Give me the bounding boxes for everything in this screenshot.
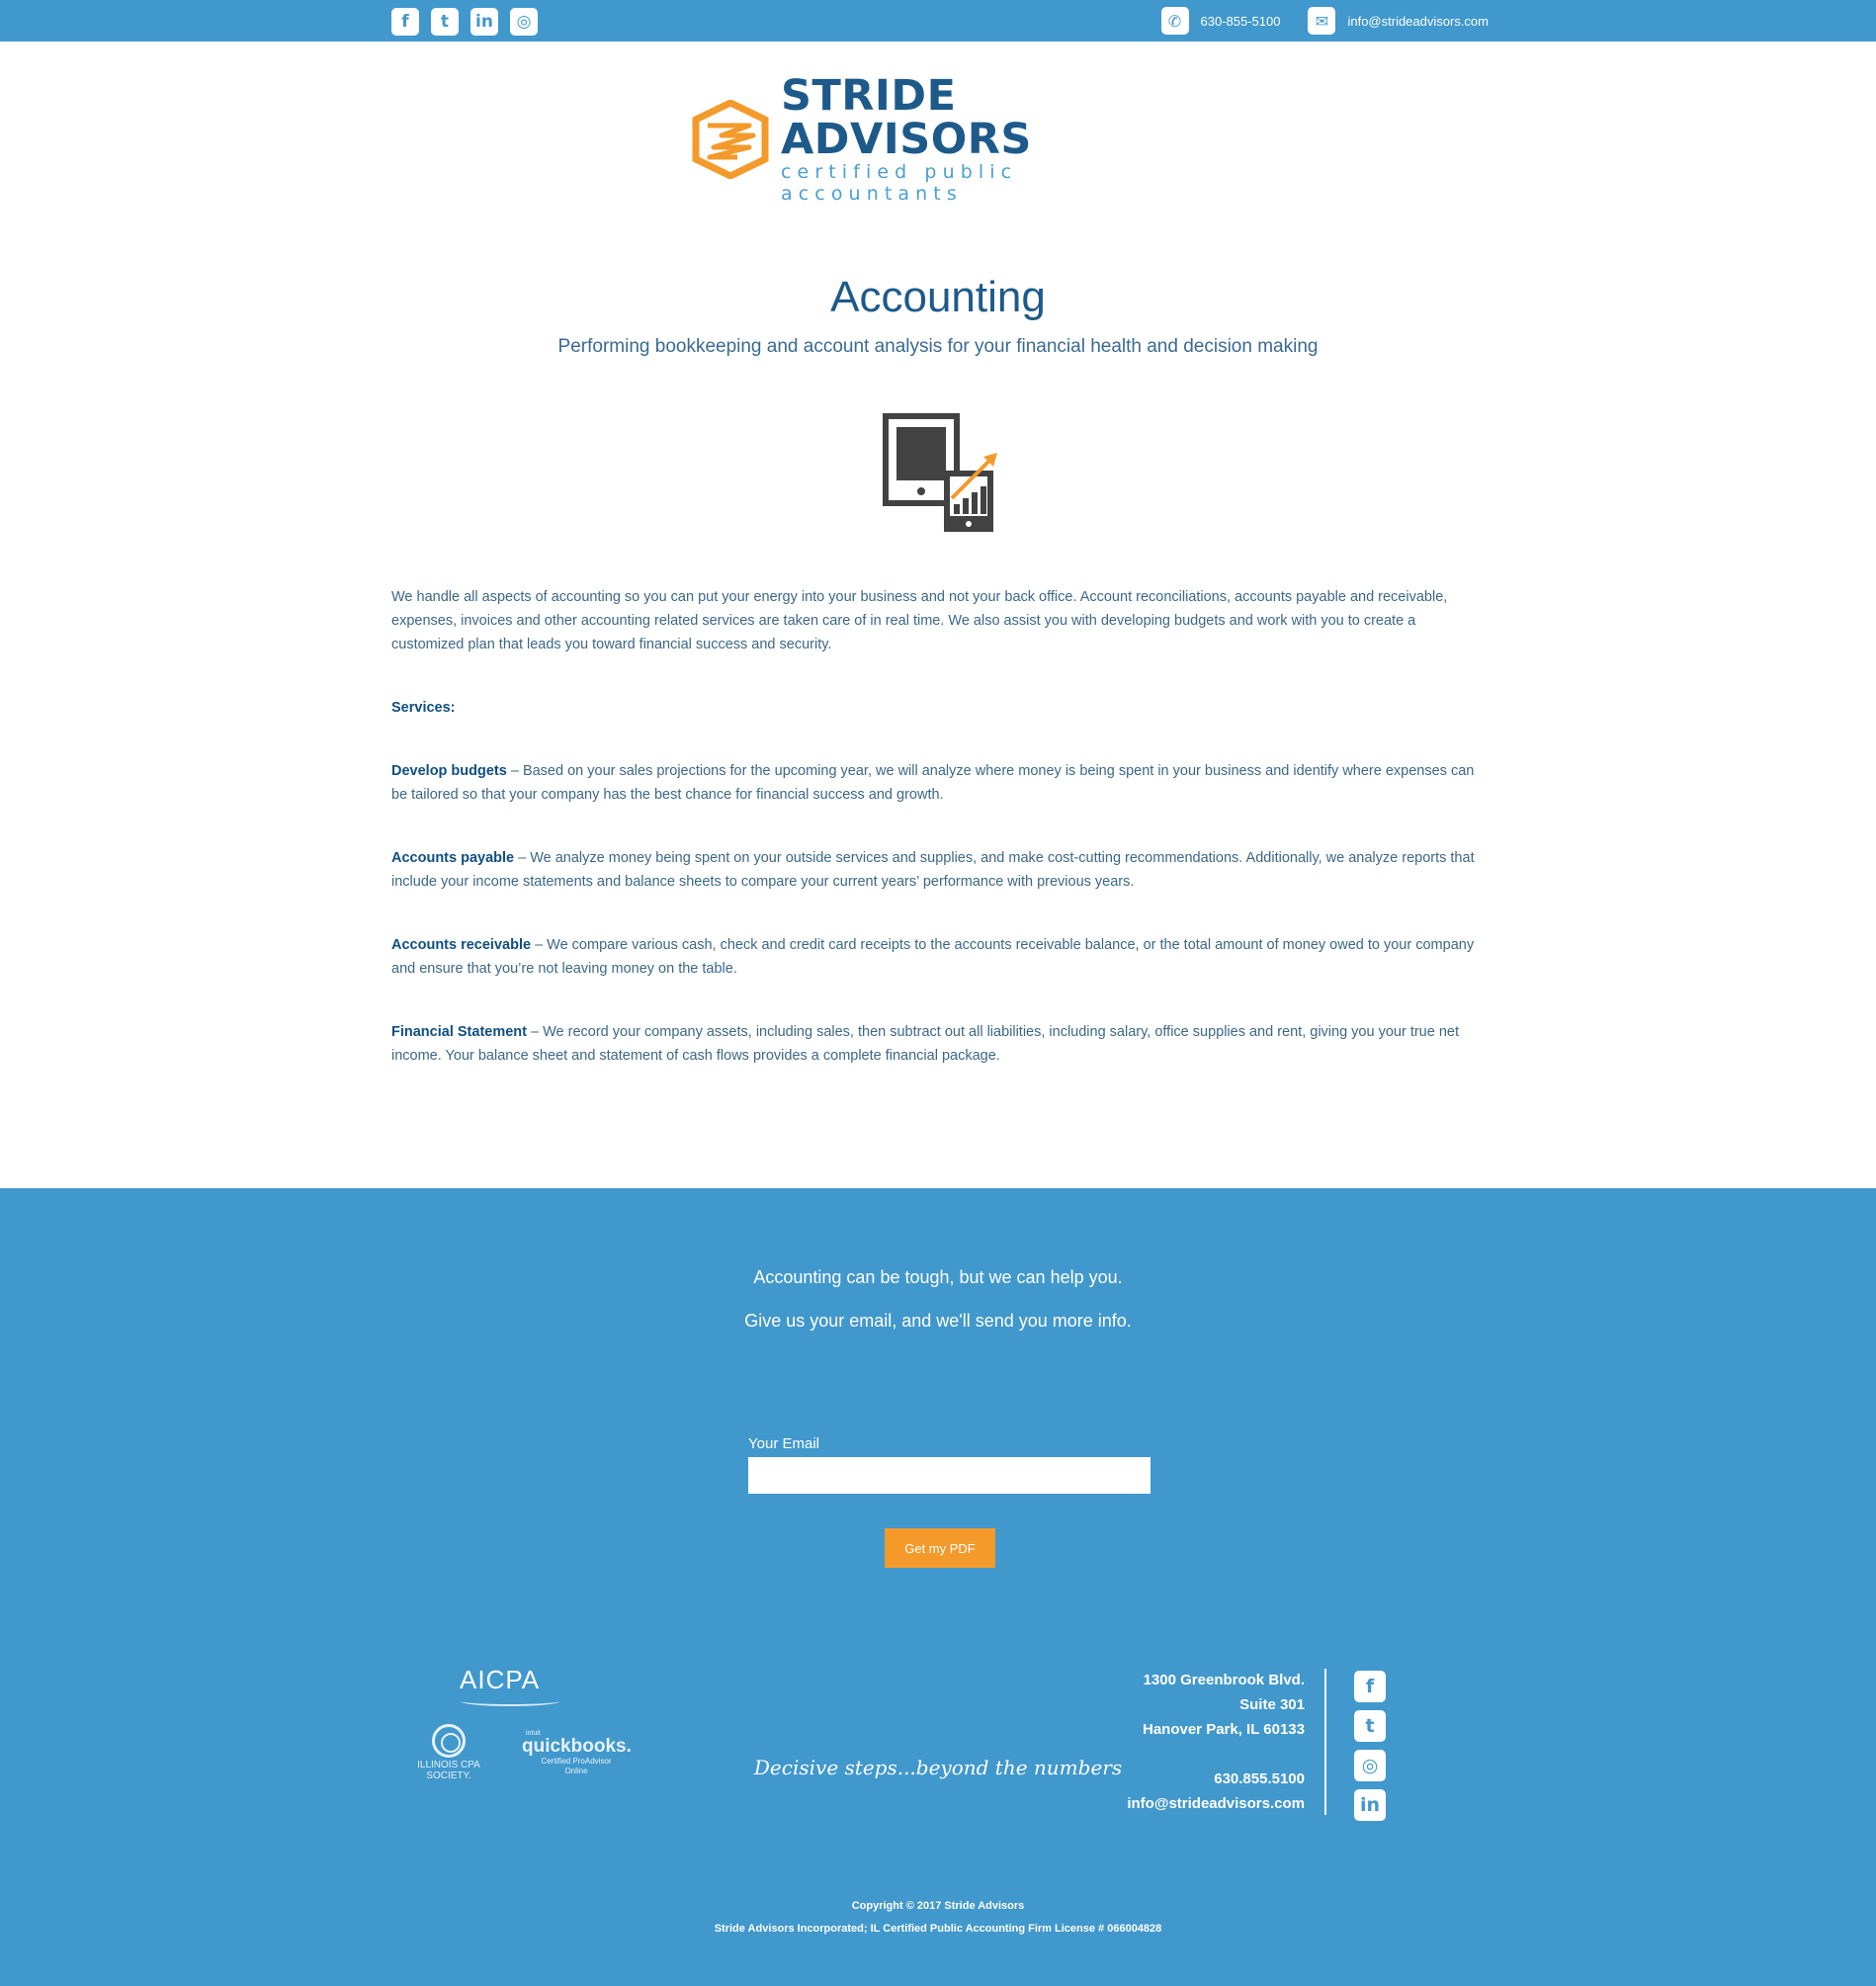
service-item: Develop budgets – Based on your sales pr…: [391, 759, 1489, 807]
cta-line-1: Accounting can be tough, but we can help…: [753, 1267, 1123, 1287]
address-line: Hanover Park, IL 60133: [1143, 1721, 1305, 1738]
service-title: Accounts payable: [391, 850, 515, 866]
service-text: – Based on your sales projections for th…: [391, 763, 1475, 803]
service-item: Financial Statement – We record your com…: [391, 1020, 1489, 1068]
get-pdf-button[interactable]: Get my PDF: [885, 1528, 995, 1568]
top-phone-link[interactable]: ✆ 630-855-5100: [1160, 7, 1281, 35]
linkedin-icon[interactable]: in: [470, 8, 498, 36]
top-email-text: info@strideadvisors.com: [1347, 13, 1489, 29]
linkedin-icon[interactable]: in: [1354, 1789, 1386, 1821]
footer-address: 1300 Greenbrook Blvd. Suite 301 Hanover …: [1127, 1668, 1305, 1816]
illinois-cpa-icon: [432, 1724, 466, 1758]
top-social-links: f t in ◎: [391, 8, 538, 36]
twitter-icon[interactable]: t: [1354, 1710, 1386, 1742]
footer-phone[interactable]: 630.855.5100: [1127, 1767, 1305, 1791]
logo-tagline: certified public accountants: [781, 161, 1018, 205]
top-bar: f t in ◎ ✆ 630-855-5100 ✉ info@strideadv…: [0, 0, 1876, 42]
service-item: Accounts payable – We analyze money bein…: [391, 846, 1489, 894]
email-label: Your Email: [748, 1435, 819, 1452]
instagram-icon[interactable]: ◎: [510, 8, 538, 36]
service-item: Accounts receivable – We compare various…: [391, 933, 1489, 981]
facebook-icon[interactable]: f: [1354, 1671, 1386, 1702]
service-title: Financial Statement: [391, 1024, 527, 1040]
footer-slogan: Decisive steps...beyond the numbers: [753, 1756, 1123, 1779]
email-input[interactable]: [748, 1457, 1151, 1494]
service-text: – We record your company assets, includi…: [391, 1024, 1459, 1064]
instagram-icon[interactable]: ◎: [1354, 1750, 1386, 1781]
copyright-text: Copyright © 2017 Stride Advisors: [851, 1900, 1025, 1912]
service-title: Develop budgets: [391, 763, 507, 779]
page-subtitle: Performing bookkeeping and account analy…: [557, 336, 1319, 357]
service-text: – We compare various cash, check and cre…: [391, 937, 1475, 977]
logo-brand-text: STRIDE ADVISORS: [781, 71, 1032, 164]
top-contact: ✆ 630-855-5100 ✉ info@strideadvisors.com: [1160, 7, 1489, 35]
tablet-chart-icon: [883, 413, 997, 532]
aicpa-logo: AICPA: [460, 1665, 541, 1694]
top-email-link[interactable]: ✉ info@strideadvisors.com: [1308, 7, 1489, 35]
phone-icon: ✆: [1160, 7, 1189, 35]
intro-paragraph: We handle all aspects of accounting so y…: [391, 589, 1448, 652]
services-heading: Services:: [391, 700, 456, 716]
top-phone-text: 630-855-5100: [1200, 13, 1281, 29]
service-text: – We analyze money being spent on your o…: [391, 850, 1475, 890]
footer-divider: [1324, 1669, 1326, 1815]
qb-brand-text: quickbooks.: [522, 1736, 632, 1757]
main-content: We handle all aspects of accounting so y…: [391, 585, 1489, 1107]
address-line: Suite 301: [1239, 1696, 1305, 1713]
license-text: Stride Advisors Incorporated; IL Certifi…: [714, 1923, 1162, 1935]
cta-line-2: Give us your email, and we'll send you m…: [744, 1311, 1132, 1331]
twitter-icon[interactable]: t: [431, 8, 459, 36]
page-title: Accounting: [830, 273, 1046, 321]
footer-social-links: f t ◎ in: [1354, 1671, 1386, 1821]
facebook-icon[interactable]: f: [391, 8, 419, 36]
footer-email[interactable]: info@strideadvisors.com: [1127, 1791, 1305, 1816]
site-logo[interactable]: STRIDE ADVISORS certified public account…: [692, 74, 1190, 205]
address-line: 1300 Greenbrook Blvd.: [1143, 1672, 1305, 1688]
envelope-icon: ✉: [1308, 7, 1336, 35]
service-title: Accounts receivable: [391, 937, 532, 953]
stride-logo-icon: [692, 100, 769, 179]
aicpa-swoosh: [461, 1696, 559, 1706]
footer: Accounting can be tough, but we can help…: [0, 1188, 1876, 1986]
